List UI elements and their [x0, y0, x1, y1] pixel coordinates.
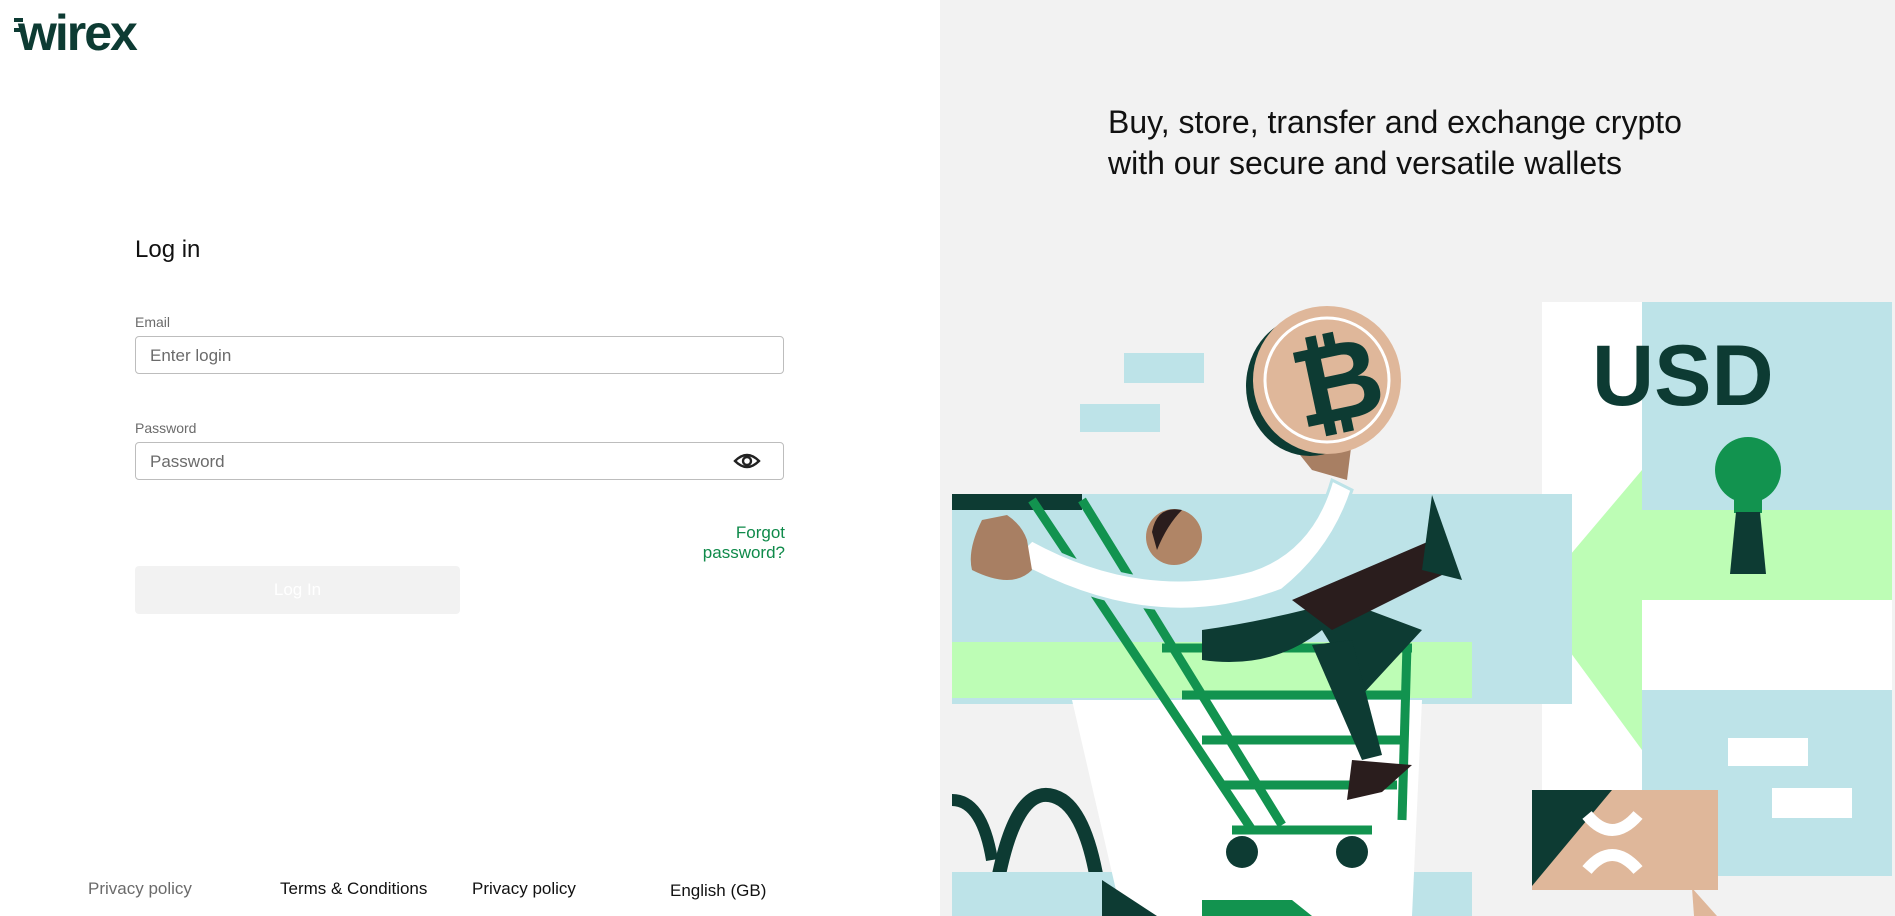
forgot-password-link[interactable]: Forgot password? [655, 523, 785, 563]
crypto-illustration: USD ₿ [952, 302, 1892, 916]
footer-privacy-link-2[interactable]: Privacy policy [472, 879, 576, 899]
wirex-logo[interactable]: wirex [14, 10, 186, 54]
footer-terms-link[interactable]: Terms & Conditions [280, 879, 427, 899]
promo-panel: Buy, store, transfer and exchange crypto… [940, 0, 1895, 916]
password-field-box[interactable] [135, 442, 784, 481]
password-label: Password [135, 420, 197, 436]
language-selector[interactable]: English (GB) [670, 881, 766, 901]
email-field[interactable] [148, 337, 712, 375]
eye-icon[interactable] [733, 451, 761, 471]
bitcoin-coin-icon: ₿ [1246, 306, 1401, 456]
promo-headline: Buy, store, transfer and exchange crypto… [1108, 104, 1682, 181]
footer-privacy-link-1[interactable]: Privacy policy [88, 879, 192, 899]
usd-label: USD [1592, 328, 1774, 424]
email-field-box[interactable] [135, 336, 784, 375]
login-title: Log in [135, 236, 201, 263]
xrp-icon [1532, 790, 1718, 916]
login-panel: wirex Log in Email Password Forgot passw… [0, 0, 940, 916]
login-button[interactable]: Log In [135, 566, 460, 614]
password-field[interactable] [148, 443, 712, 481]
logo-text: wirex [17, 10, 138, 54]
email-label: Email [135, 314, 171, 330]
